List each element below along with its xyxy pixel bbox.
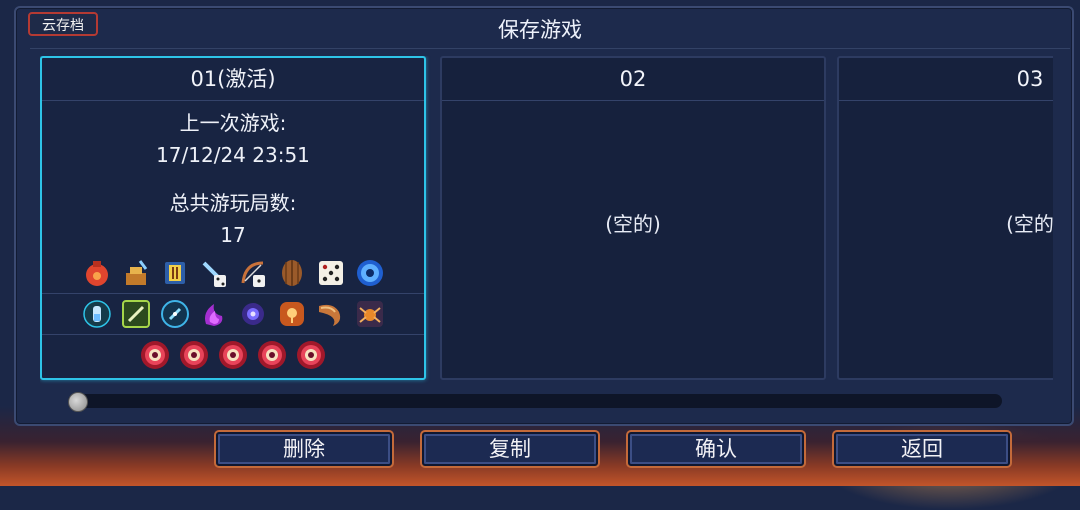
item-row-2 — [42, 293, 424, 334]
dice-icon — [318, 261, 343, 285]
slot-label: 01(激活) — [42, 58, 424, 101]
spider-icon — [356, 301, 383, 327]
back-button[interactable]: 返回 — [834, 432, 1010, 466]
save-slots: 01(激活) 上一次游戏: 17/12/24 23:51 总共游玩局数: 17 — [40, 56, 1053, 384]
boss-cell-icon — [297, 341, 325, 369]
boss-cell-icon — [141, 341, 169, 369]
compass-icon — [160, 300, 189, 328]
save-slot-03[interactable]: 03 (空的 — [837, 56, 1053, 380]
slot-label: 02 — [442, 58, 824, 101]
slot-scrollbar[interactable] — [68, 394, 1002, 408]
item-row-3 — [42, 334, 424, 375]
boss-cell-icon — [180, 341, 208, 369]
boss-cell-icon — [258, 341, 286, 369]
total-runs-value: 17 — [220, 223, 246, 247]
page-title: 保存游戏 — [498, 18, 582, 42]
scrollbar-handle[interactable] — [68, 392, 88, 412]
flame-icon — [204, 304, 222, 326]
sword-dice-icon — [202, 261, 226, 287]
orb-icon — [356, 260, 383, 286]
empty-slot-text: (空的 — [1006, 212, 1053, 236]
horn-icon — [318, 304, 340, 326]
bow-dice-icon — [241, 261, 265, 287]
slot-label: 03 — [839, 58, 1053, 101]
total-runs-label: 总共游玩局数: — [169, 191, 297, 215]
bomb-icon — [125, 260, 147, 285]
shield-icon — [281, 260, 302, 286]
scroll-icon — [164, 262, 185, 284]
potion-icon — [82, 300, 111, 328]
pouch-icon — [85, 261, 108, 286]
empty-slot-text: (空的) — [605, 212, 661, 236]
save-slot-02[interactable]: 02 (空的) — [440, 56, 826, 380]
confirm-button[interactable]: 确认 — [628, 432, 804, 466]
last-played-value: 17/12/24 23:51 — [156, 143, 310, 167]
last-played-label: 上一次游戏: — [179, 111, 287, 135]
rune-icon — [241, 303, 264, 325]
wrench-icon — [121, 300, 150, 328]
gem-icon — [279, 302, 304, 326]
delete-button[interactable]: 删除 — [216, 432, 392, 466]
boss-cell-icon — [219, 341, 247, 369]
save-slot-01[interactable]: 01(激活) 上一次游戏: 17/12/24 23:51 总共游玩局数: 17 — [40, 56, 426, 380]
title-divider — [30, 48, 1070, 49]
copy-button[interactable]: 复制 — [422, 432, 598, 466]
item-row-1 — [42, 253, 424, 293]
